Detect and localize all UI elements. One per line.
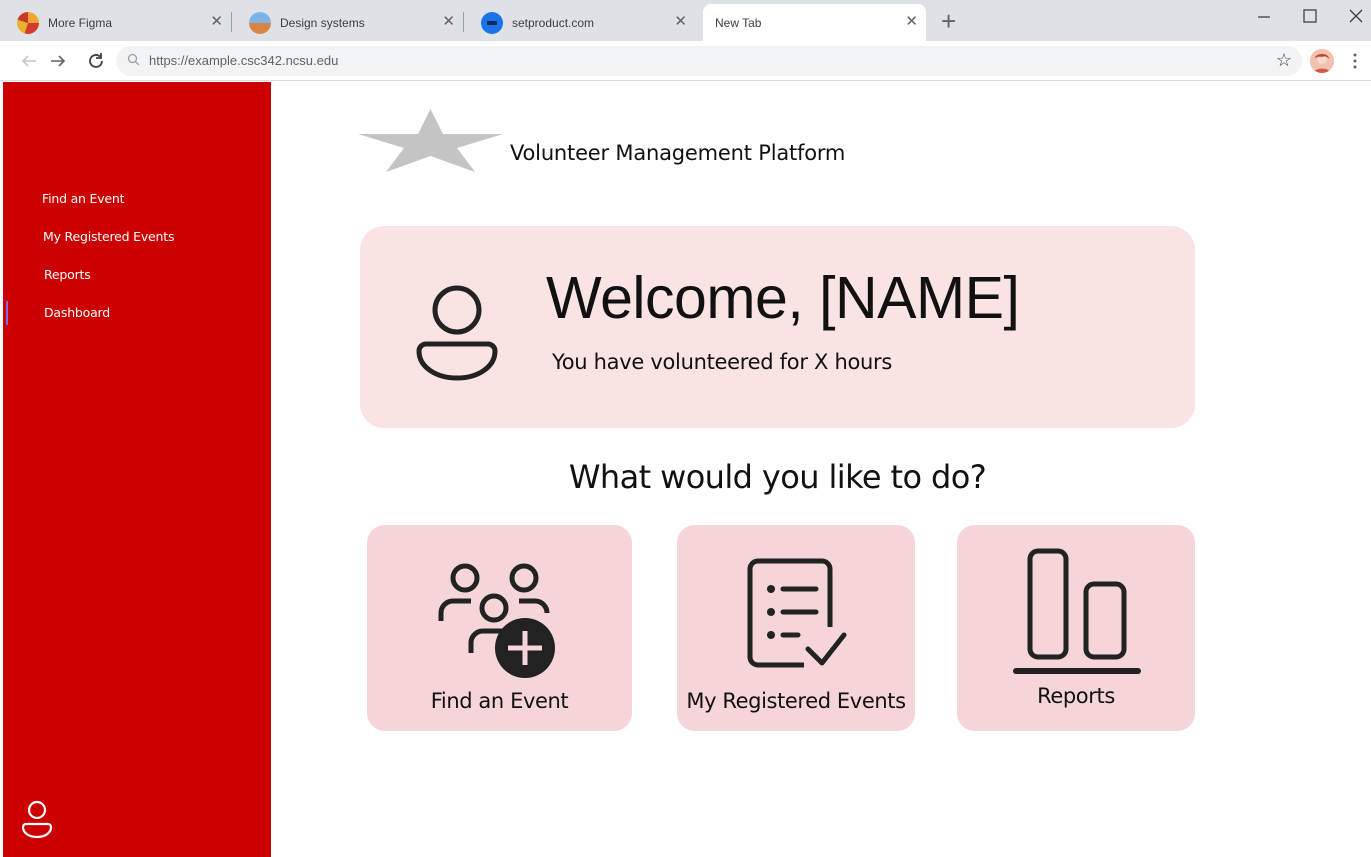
active-indicator <box>6 301 8 325</box>
checklist-icon <box>747 558 847 668</box>
close-tab-icon[interactable]: ✕ <box>210 14 223 29</box>
browser-tab-design-systems[interactable]: Design systems ✕ <box>232 4 463 41</box>
find-event-card[interactable]: Find an Event <box>367 525 632 731</box>
browser-tab-bar: More Figma ✕ Design systems ✕ setproduct… <box>0 0 1371 41</box>
reload-icon[interactable] <box>86 51 106 71</box>
user-icon <box>416 285 498 381</box>
new-tab-button[interactable]: + <box>941 8 956 34</box>
forward-arrow-icon[interactable] <box>49 52 67 70</box>
star-logo-icon <box>358 109 503 172</box>
tab-title: More Figma <box>48 15 113 30</box>
tab-title: New Tab <box>715 15 762 30</box>
sidebar: Find an Event My Registered Events Repor… <box>3 82 271 857</box>
registered-events-card-label: My Registered Events <box>686 689 906 713</box>
reports-card[interactable]: Reports <box>957 525 1195 731</box>
reports-card-label: Reports <box>1037 684 1115 708</box>
welcome-card: Welcome, [NAME] You have volunteered for… <box>360 226 1195 428</box>
browser-menu-icon[interactable] <box>1351 53 1359 69</box>
browser-tab-more-figma[interactable]: More Figma ✕ <box>0 4 231 41</box>
group-add-icon <box>438 563 555 678</box>
close-tab-icon[interactable]: ✕ <box>674 14 687 29</box>
search-icon <box>127 53 140 66</box>
close-window-icon[interactable] <box>1349 9 1363 23</box>
volunteer-hours-text: You have volunteered for X hours <box>552 350 893 374</box>
welcome-heading: Welcome, [NAME] <box>546 265 1020 331</box>
profile-avatar[interactable] <box>1310 49 1334 73</box>
sidebar-item-reports[interactable]: Reports <box>44 267 91 282</box>
minimize-icon[interactable] <box>1257 10 1271 24</box>
address-bar[interactable]: https://example.csc342.ncsu.edu ☆ <box>116 46 1302 76</box>
actions-prompt: What would you like to do? <box>568 458 987 496</box>
sidebar-item-my-registered-events[interactable]: My Registered Events <box>43 229 174 244</box>
browser-tab-new-tab[interactable]: New Tab ✕ <box>703 4 926 41</box>
figma-favicon-icon <box>17 11 39 34</box>
close-tab-icon[interactable]: ✕ <box>905 14 918 29</box>
url-text[interactable]: https://example.csc342.ncsu.edu <box>149 53 338 68</box>
tab-title: Design systems <box>280 15 365 30</box>
back-arrow-icon[interactable] <box>20 52 38 70</box>
app-title: Volunteer Management Platform <box>510 141 846 165</box>
sidebar-item-dashboard[interactable]: Dashboard <box>44 305 110 320</box>
setproduct-favicon-icon <box>481 11 503 34</box>
browser-tab-setproduct[interactable]: setproduct.com ✕ <box>464 4 695 41</box>
find-event-card-label: Find an Event <box>430 689 569 713</box>
bookmark-star-icon[interactable]: ☆ <box>1276 50 1292 71</box>
design-systems-favicon-icon <box>249 11 271 34</box>
close-tab-icon[interactable]: ✕ <box>442 14 455 29</box>
maximize-icon[interactable] <box>1303 9 1317 23</box>
browser-toolbar: https://example.csc342.ncsu.edu ☆ <box>0 41 1371 81</box>
bar-align-icon <box>1013 548 1141 674</box>
tab-title: setproduct.com <box>512 15 595 30</box>
registered-events-card[interactable]: My Registered Events <box>677 525 915 731</box>
user-profile-icon[interactable] <box>21 800 53 840</box>
sidebar-item-find-an-event[interactable]: Find an Event <box>42 191 125 206</box>
